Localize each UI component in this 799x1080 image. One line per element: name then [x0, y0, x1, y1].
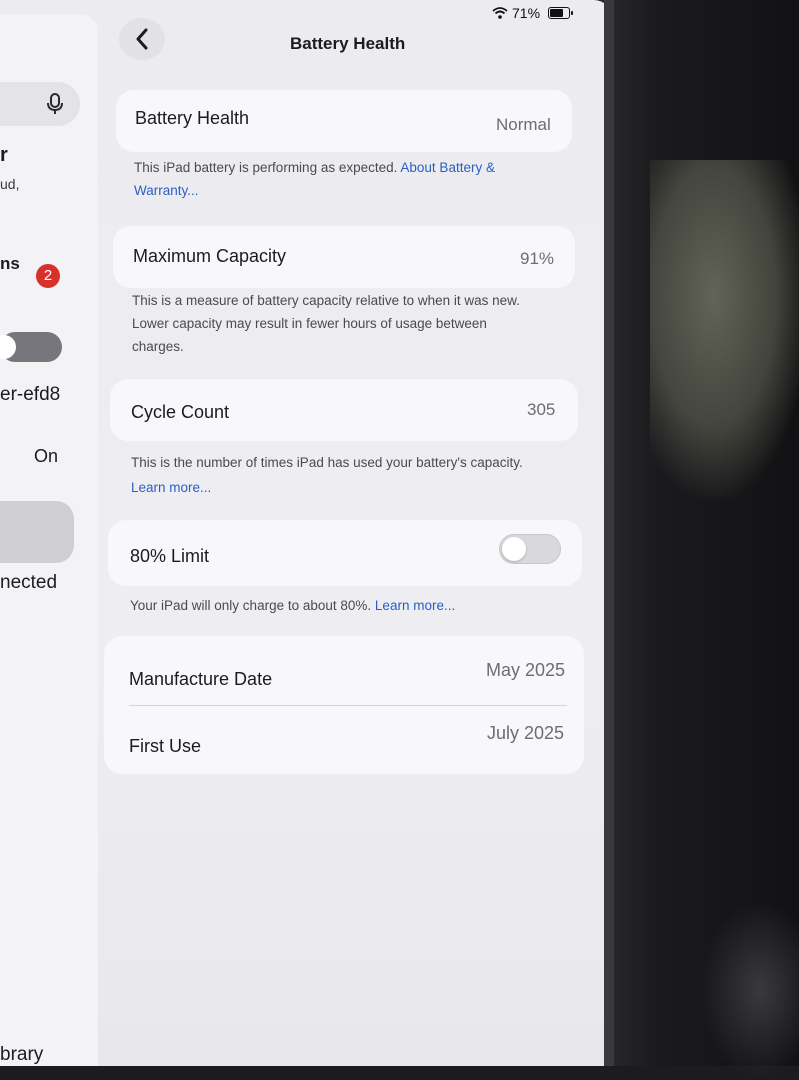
- settings-sidebar: r ud, ns 2 er-efd8 On nected brary: [0, 14, 98, 1066]
- sidebar-fragment-text: er-efd8: [0, 384, 61, 405]
- sidebar-toggle[interactable]: [0, 332, 62, 362]
- first-use-label: First Use: [129, 736, 201, 756]
- cycle-count-value: 305: [527, 400, 556, 419]
- battery-icon: [548, 7, 574, 19]
- wifi-icon: [492, 7, 508, 19]
- sidebar-search-field[interactable]: [0, 82, 80, 126]
- manufacture-date-value: May 2025: [486, 660, 566, 680]
- row-divider: [129, 705, 567, 706]
- maximum-capacity-value: 91%: [520, 249, 555, 268]
- sidebar-fragment-text: ud,: [0, 176, 20, 192]
- sidebar-fragment-text: brary: [0, 1044, 44, 1065]
- background-decor: [650, 160, 799, 500]
- battery-health-value: Normal: [496, 115, 551, 134]
- footnote-line: Lower capacity may result in fewer hours…: [132, 316, 487, 331]
- cycle-count-learn-more-link[interactable]: Learn more...: [131, 476, 581, 499]
- battery-percent: 71%: [512, 5, 541, 21]
- limit-80-toggle[interactable]: [499, 534, 561, 564]
- sidebar-fragment-text: nected: [0, 572, 58, 593]
- notification-badge: 2: [36, 264, 60, 288]
- footnote-text: This iPad battery is performing as expec…: [134, 160, 398, 175]
- sidebar-value-on: On: [34, 446, 59, 466]
- page-title: Battery Health: [290, 34, 406, 53]
- chevron-left-icon: [136, 28, 148, 50]
- footnote-line: charges.: [132, 339, 184, 354]
- battery-health-label: Battery Health: [135, 108, 250, 128]
- cycle-count-footnote: This is the number of times iPad has use…: [131, 451, 581, 499]
- footnote-text: This is the number of times iPad has use…: [131, 455, 523, 470]
- background-decor: [700, 900, 799, 1080]
- ipad-screen: r ud, ns 2 er-efd8 On nected brary 71% B…: [0, 0, 612, 1066]
- battery-health-footnote: This iPad battery is performing as expec…: [134, 156, 544, 202]
- back-button[interactable]: [119, 18, 165, 60]
- maximum-capacity-footnote: This is a measure of battery capacity re…: [132, 289, 572, 358]
- sidebar-item-selected[interactable]: [0, 501, 74, 563]
- limit-80-label: 80% Limit: [130, 546, 210, 566]
- device-bezel: [604, 0, 614, 1066]
- microphone-icon[interactable]: [46, 92, 64, 116]
- limit-80-footnote: Your iPad will only charge to about 80%.…: [130, 594, 590, 617]
- toggle-knob: [502, 537, 526, 561]
- toggle-knob: [0, 335, 16, 359]
- first-use-value: July 2025: [487, 723, 565, 743]
- sidebar-fragment-text: r: [0, 144, 8, 166]
- status-bar: 71%: [492, 5, 574, 21]
- maximum-capacity-label: Maximum Capacity: [133, 246, 287, 266]
- cycle-count-label: Cycle Count: [131, 402, 230, 422]
- footnote-line: This is a measure of battery capacity re…: [132, 293, 520, 308]
- sidebar-item-notifications-label[interactable]: ns: [0, 254, 20, 274]
- manufacture-date-label: Manufacture Date: [129, 669, 273, 689]
- footnote-text: Your iPad will only charge to about 80%.: [130, 598, 372, 613]
- limit-80-learn-more-link[interactable]: Learn more...: [375, 598, 455, 613]
